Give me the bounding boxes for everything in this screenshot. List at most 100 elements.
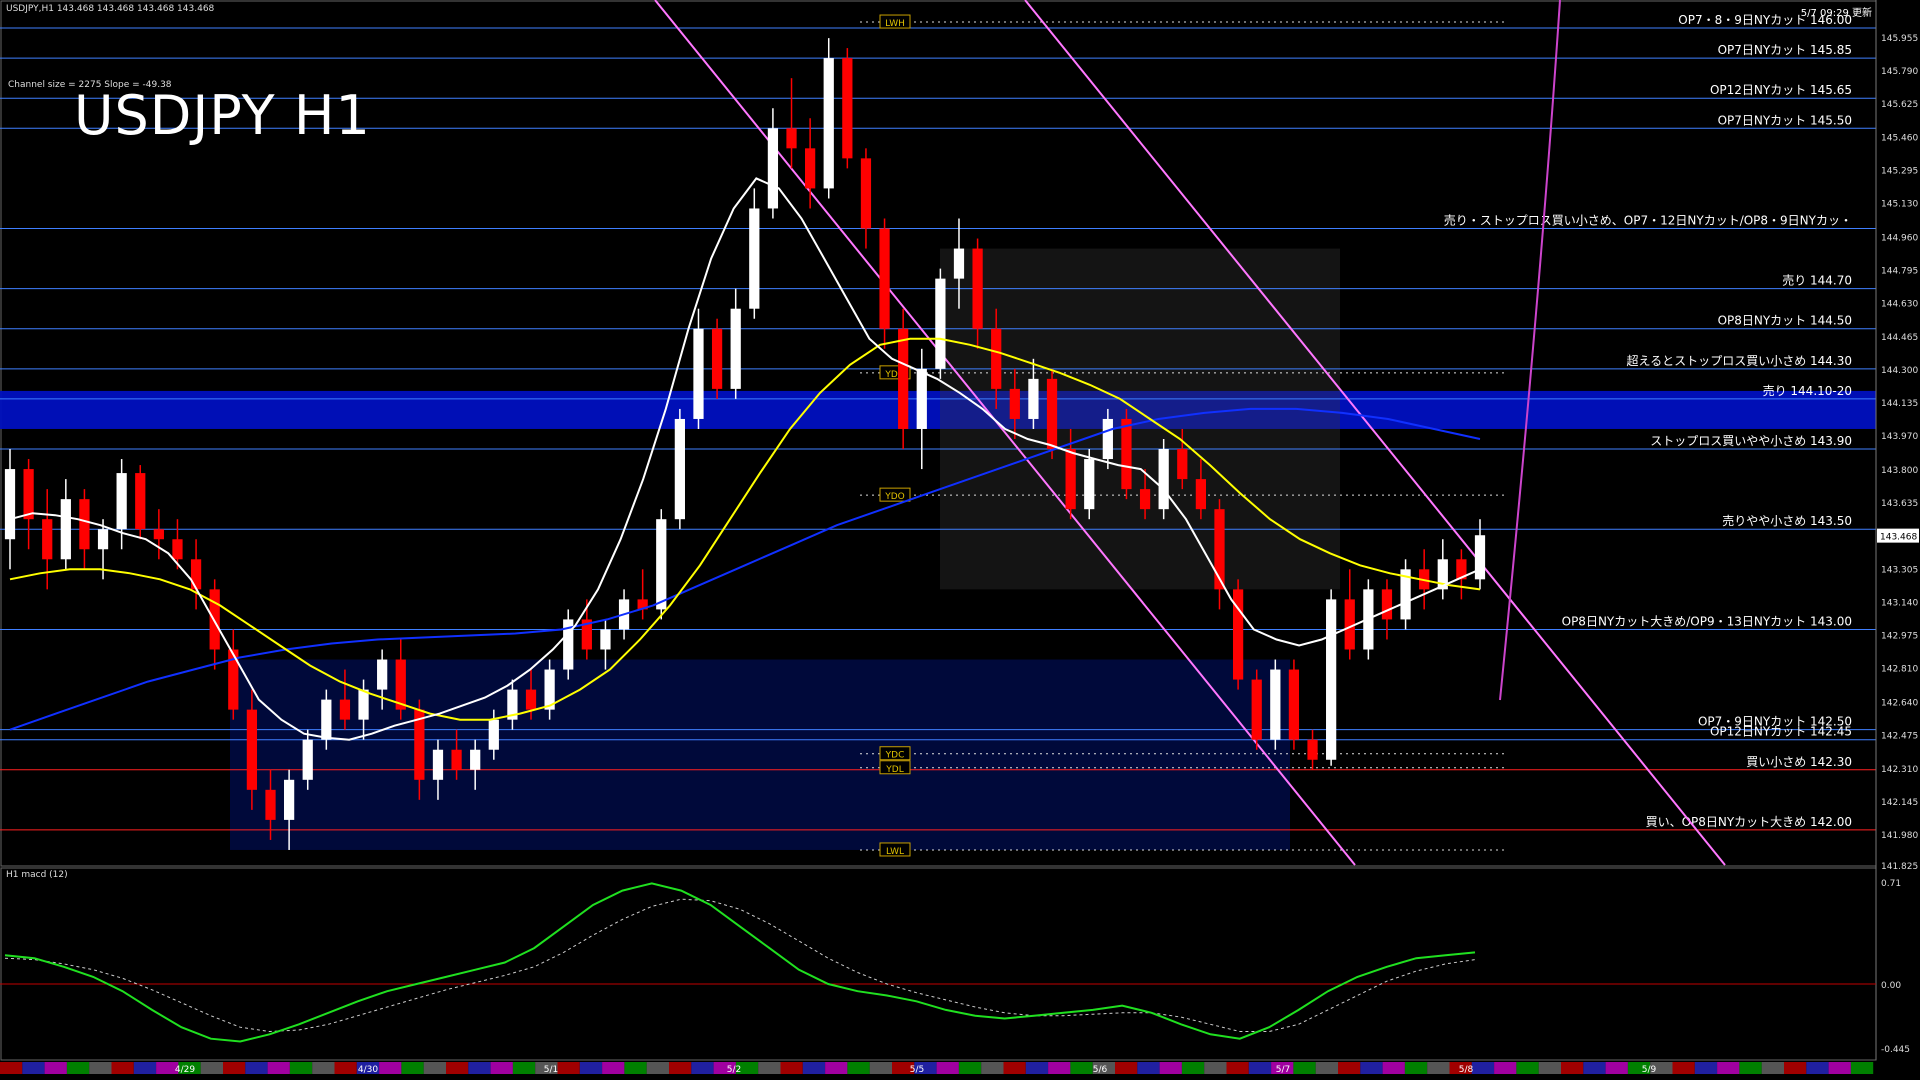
date-bar-segment bbox=[1003, 1062, 1026, 1074]
date-bar-segment bbox=[44, 1062, 67, 1074]
date-bar-segment bbox=[1404, 1062, 1428, 1074]
date-bar-segment bbox=[1850, 1062, 1874, 1074]
y-tick-label: 143.635 bbox=[1881, 499, 1918, 509]
date-bar-segment bbox=[289, 1062, 313, 1074]
y-tick-label: 144.630 bbox=[1881, 300, 1918, 310]
candle-body bbox=[916, 368, 927, 429]
candle-body bbox=[805, 148, 816, 189]
x-date-label: 5/5 bbox=[910, 1065, 924, 1075]
date-bar-segment bbox=[1605, 1062, 1628, 1074]
date-bar-segment bbox=[401, 1062, 424, 1074]
date-bar-segment bbox=[646, 1062, 669, 1074]
candle-body bbox=[79, 499, 90, 550]
level-label: 売りやや小さめ 143.50 bbox=[1722, 513, 1852, 528]
candle-body bbox=[879, 228, 890, 329]
date-bar-segment bbox=[981, 1062, 1004, 1074]
candle-body bbox=[1474, 535, 1486, 580]
candle-body bbox=[4, 469, 16, 540]
candle-body bbox=[730, 308, 741, 389]
date-bar-segment bbox=[446, 1062, 469, 1074]
date-bar-segment bbox=[802, 1062, 826, 1074]
date-bar-segment bbox=[1538, 1062, 1561, 1074]
x-date-label: 5/6 bbox=[1093, 1065, 1108, 1075]
candle-body bbox=[786, 128, 797, 149]
y-tick-label: 143.970 bbox=[1881, 432, 1918, 442]
candle-body bbox=[1270, 669, 1281, 740]
update-timestamp: 5/7 09:29 更新 bbox=[1800, 8, 1872, 19]
date-bar-segment bbox=[1494, 1062, 1517, 1074]
date-bar-segment bbox=[602, 1062, 625, 1074]
candle-body bbox=[358, 689, 369, 720]
date-bar-segment bbox=[245, 1062, 268, 1074]
level-label: 買い小さめ 142.30 bbox=[1746, 755, 1852, 769]
y-tick-label: 144.300 bbox=[1881, 366, 1918, 376]
x-date-label: 5/7 bbox=[1276, 1065, 1290, 1075]
candle-body bbox=[1009, 388, 1020, 419]
y-tick-label: 145.790 bbox=[1881, 67, 1918, 77]
marker-label: YDC bbox=[885, 751, 905, 761]
y-tick-label: 142.145 bbox=[1881, 798, 1918, 808]
chart-canvas: OP7・8・9日NYカット 146.00OP7日NYカット 145.85OP12… bbox=[0, 0, 1919, 1075]
candle-body bbox=[1195, 479, 1207, 510]
y-tick-label: 144.135 bbox=[1881, 399, 1918, 409]
level-label: 買い、OP8日NYカット大きめ 142.00 bbox=[1646, 815, 1852, 829]
y-tick-label: 144.960 bbox=[1881, 234, 1918, 244]
candle-body bbox=[674, 418, 685, 520]
date-bar-segment bbox=[1204, 1062, 1227, 1074]
candle-body bbox=[1251, 679, 1262, 740]
date-bar-segment bbox=[1025, 1062, 1049, 1074]
macd-tick-label: 0.00 bbox=[1881, 981, 1901, 991]
candle-body bbox=[172, 539, 183, 560]
level-label: OP7日NYカット 145.50 bbox=[1718, 113, 1852, 127]
date-bar-segment bbox=[869, 1062, 892, 1074]
date-bar-segment bbox=[1806, 1062, 1829, 1074]
candle-body bbox=[991, 328, 1002, 389]
candle-body bbox=[432, 749, 444, 780]
x-date-label: 5/8 bbox=[1459, 1065, 1474, 1075]
date-bar-segment bbox=[1293, 1062, 1316, 1074]
date-bar-segment bbox=[89, 1062, 112, 1074]
candle-body bbox=[656, 519, 667, 610]
symbol-info: USDJPY,H1 143.468 143.468 143.468 143.46… bbox=[6, 4, 215, 14]
candle-body bbox=[1121, 418, 1132, 490]
candle-body bbox=[339, 699, 351, 720]
candle-body bbox=[525, 689, 537, 710]
candle-body bbox=[488, 719, 499, 750]
candle-body bbox=[711, 328, 723, 389]
date-bar-segment bbox=[1672, 1062, 1695, 1074]
candle-body bbox=[153, 529, 164, 540]
date-bar-segment bbox=[669, 1062, 692, 1074]
date-bar-segment bbox=[579, 1062, 603, 1074]
x-date-label: 4/29 bbox=[175, 1065, 195, 1075]
date-bar-segment bbox=[312, 1062, 335, 1074]
date-bar-segment bbox=[1315, 1062, 1338, 1074]
y-tick-label: 142.975 bbox=[1881, 631, 1918, 641]
candle-body bbox=[470, 749, 481, 770]
date-bar-segment bbox=[1360, 1062, 1383, 1074]
y-tick-label: 144.795 bbox=[1881, 267, 1918, 277]
level-label: OP7日NYカット 145.85 bbox=[1718, 43, 1852, 57]
date-bar-segment bbox=[1159, 1062, 1182, 1074]
date-bar-segment bbox=[0, 1062, 23, 1074]
candle-body bbox=[116, 473, 127, 530]
level-label: OP8日NYカット 144.50 bbox=[1718, 314, 1852, 328]
candle-body bbox=[842, 58, 853, 159]
date-bar-segment bbox=[22, 1062, 45, 1074]
macd-label: H1 macd (12) bbox=[6, 870, 68, 880]
candle-body bbox=[860, 158, 872, 229]
candle-body bbox=[1158, 449, 1169, 510]
candle-body bbox=[600, 629, 611, 650]
sell-zone-band bbox=[0, 390, 1876, 429]
level-label: OP12日NYカット 145.65 bbox=[1710, 83, 1852, 97]
date-bar-segment bbox=[624, 1062, 647, 1074]
level-label: OP12日NYカット 142.45 bbox=[1710, 725, 1852, 739]
date-bar-segment bbox=[334, 1062, 357, 1074]
date-bar-segment bbox=[66, 1062, 90, 1074]
candle-body bbox=[972, 248, 983, 329]
date-bar-segment bbox=[512, 1062, 536, 1074]
candle-body bbox=[265, 789, 276, 820]
candle-body bbox=[1139, 489, 1151, 510]
marker-label: YDO bbox=[884, 492, 905, 502]
date-bar-segment bbox=[379, 1062, 402, 1074]
candle-body bbox=[60, 499, 71, 560]
